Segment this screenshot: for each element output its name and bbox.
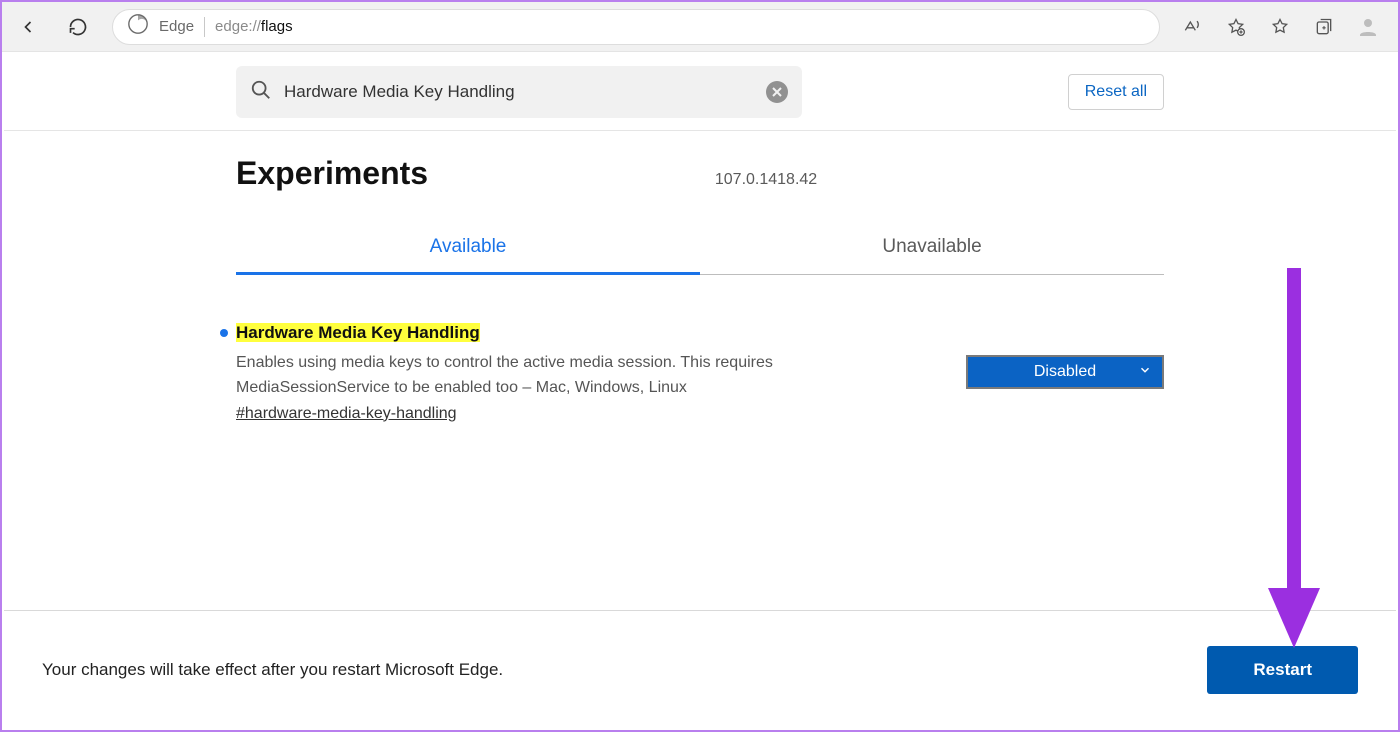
clear-search-icon[interactable] <box>766 81 788 103</box>
restart-button[interactable]: Restart <box>1207 646 1358 694</box>
collections-icon[interactable] <box>1310 13 1338 41</box>
tabs: Available Unavailable <box>236 222 1164 275</box>
flag-text: Hardware Media Key Handling Enables usin… <box>236 323 966 423</box>
chevron-down-icon <box>1138 363 1152 382</box>
browser-toolbar: Edge edge://flags <box>2 2 1398 52</box>
restart-message: Your changes will take effect after you … <box>42 660 503 680</box>
url-scheme: edge:// <box>215 18 261 35</box>
address-bar[interactable]: Edge edge://flags <box>112 9 1160 45</box>
toolbar-actions <box>1178 13 1388 41</box>
tab-unavailable[interactable]: Unavailable <box>700 222 1164 274</box>
flag-hash-link[interactable]: #hardware-media-key-handling <box>236 405 457 423</box>
flag-title: Hardware Media Key Handling <box>236 323 480 343</box>
heading-row: Experiments 107.0.1418.42 <box>4 131 1396 200</box>
version-label: 107.0.1418.42 <box>368 171 1164 189</box>
search-row: Reset all <box>4 54 1396 131</box>
back-button[interactable] <box>12 11 44 43</box>
url-path: flags <box>261 18 293 35</box>
search-icon <box>250 79 272 106</box>
page-content: Reset all Experiments 107.0.1418.42 Avai… <box>4 54 1396 728</box>
flag-state-value: Disabled <box>1034 363 1096 381</box>
reset-all-button[interactable]: Reset all <box>1068 74 1164 110</box>
tab-available[interactable]: Available <box>236 222 700 274</box>
search-box[interactable] <box>236 66 802 118</box>
add-favorite-icon[interactable] <box>1222 13 1250 41</box>
profile-icon[interactable] <box>1354 13 1382 41</box>
modified-indicator-icon <box>220 329 228 337</box>
flag-item: Hardware Media Key Handling Enables usin… <box>4 275 1396 423</box>
flag-state-select[interactable]: Disabled <box>966 355 1164 389</box>
search-input[interactable] <box>284 82 754 102</box>
read-aloud-icon[interactable] <box>1178 13 1206 41</box>
site-identity-label: Edge <box>159 18 194 35</box>
refresh-button[interactable] <box>62 11 94 43</box>
favorites-icon[interactable] <box>1266 13 1294 41</box>
edge-logo-icon <box>127 13 149 40</box>
restart-footer: Your changes will take effect after you … <box>4 610 1396 728</box>
flag-description: Enables using media keys to control the … <box>236 351 906 401</box>
address-divider <box>204 17 205 37</box>
